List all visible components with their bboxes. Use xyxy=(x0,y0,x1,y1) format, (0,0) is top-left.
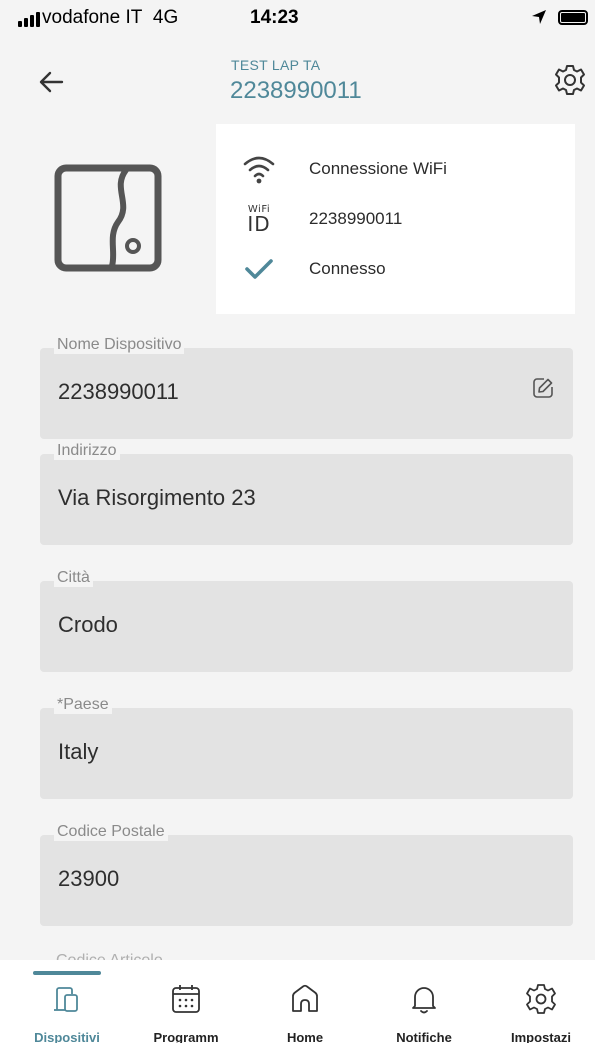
tab-label: Impostazi xyxy=(511,1030,571,1043)
tab-label: Home xyxy=(286,1030,324,1043)
city-field[interactable]: Città Crodo xyxy=(40,569,573,672)
address-field[interactable]: Indirizzo Via Risorgimento 23 xyxy=(40,442,573,545)
network-label: 4G xyxy=(152,7,179,28)
wifi-id-value: 2238990011 xyxy=(309,209,403,228)
status-time: 14:23 xyxy=(250,7,299,28)
gear-icon[interactable] xyxy=(552,62,588,98)
carrier-label: vodafone IT 4G xyxy=(42,7,179,28)
wifi-id-row: WiFi ID 2238990011 xyxy=(216,199,575,239)
field-label: Indirizzo xyxy=(54,442,120,460)
devices-icon xyxy=(54,987,78,1012)
field-label: *Paese xyxy=(54,696,112,714)
field-value: Crodo xyxy=(58,612,118,637)
wifi-icon xyxy=(243,156,275,184)
edit-icon[interactable] xyxy=(531,376,555,400)
connection-type-row: Connessione WiFi xyxy=(216,149,575,189)
connection-status-row: Connesso xyxy=(216,249,575,289)
field-value: 23900 xyxy=(58,866,120,891)
field-label: Codice Postale xyxy=(54,823,168,841)
field-value: Via Risorgimento 23 xyxy=(58,485,256,510)
field-label: Città xyxy=(54,569,93,587)
location-arrow-icon xyxy=(532,10,546,24)
bell-icon xyxy=(412,987,436,1014)
field-label: Nome Dispositivo xyxy=(54,336,185,354)
signal-icon xyxy=(18,12,40,27)
status-bar: vodafone IT 4G 14:23 xyxy=(0,0,595,38)
connection-status-label: Connesso xyxy=(309,259,386,278)
arrow-left-icon[interactable] xyxy=(34,64,70,100)
field-value: 2238990011 xyxy=(58,379,179,404)
bottom-nav: Dispositivi Programm Home Notifiche Impo… xyxy=(0,960,595,1043)
field-value: Italy xyxy=(58,739,99,764)
wifi-id-icon: WiFi ID xyxy=(247,203,271,236)
country-field[interactable]: *Paese Italy xyxy=(40,696,573,799)
screen: vodafone IT 4G 14:23 TEST LAP TA 2238990… xyxy=(0,0,595,1043)
page-title: 2238990011 xyxy=(230,77,362,104)
tab-label: Dispositivi xyxy=(34,1030,100,1043)
active-tab-indicator xyxy=(33,971,101,975)
home-icon xyxy=(292,984,318,1012)
door-device-icon xyxy=(54,164,162,272)
tab-impostazioni[interactable]: Impostazi xyxy=(491,980,591,1043)
tab-notifiche[interactable]: Notifiche xyxy=(374,980,474,1043)
tab-programmi[interactable]: Programm xyxy=(136,980,236,1043)
tab-label: Notifiche xyxy=(396,1030,452,1043)
calendar-icon xyxy=(172,985,200,1013)
tab-home[interactable]: Home xyxy=(255,980,355,1043)
checkmark-icon xyxy=(245,259,273,279)
postal-code-field[interactable]: Codice Postale 23900 xyxy=(40,823,573,926)
device-name-field[interactable]: Nome Dispositivo 2238990011 xyxy=(40,336,573,439)
battery-icon xyxy=(558,10,588,25)
tab-label: Programm xyxy=(153,1030,219,1043)
header-subtitle: TEST LAP TA xyxy=(231,57,321,73)
connection-type-label: Connessione WiFi xyxy=(309,159,447,178)
tab-dispositivi[interactable]: Dispositivi xyxy=(17,980,117,1043)
connection-card: Connessione WiFi WiFi ID 2238990011 Conn… xyxy=(216,124,575,314)
gear-icon xyxy=(526,984,556,1014)
